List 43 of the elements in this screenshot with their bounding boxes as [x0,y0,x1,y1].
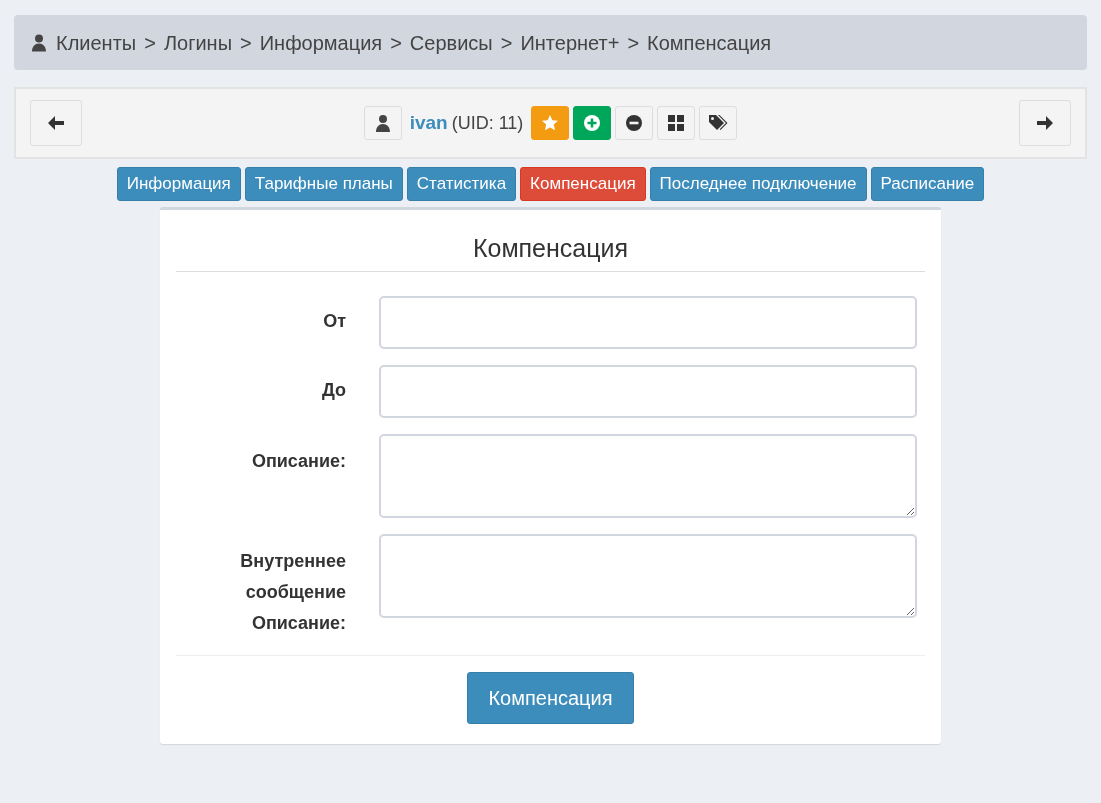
back-button[interactable] [30,100,82,146]
panel-title: Компенсация [176,209,925,272]
submit-button[interactable]: Компенсация [467,672,634,724]
user-link[interactable]: ivan [409,108,448,138]
tab[interactable]: Статистика [406,167,517,201]
tab[interactable]: Расписание [870,167,985,201]
grid-button[interactable] [657,106,696,140]
breadcrumb-item[interactable]: Клиенты [56,27,137,58]
field-label: Внутреннее сообщение Описание: [239,550,346,635]
breadcrumb-separator: > [240,30,252,56]
minus-button[interactable] [615,106,654,140]
star-icon [541,114,560,132]
tags-icon [707,114,729,132]
breadcrumb-separator: > [390,30,402,56]
input-field[interactable] [379,365,917,418]
tab[interactable]: Последнее подключение [649,167,867,201]
breadcrumb-item[interactable]: Информация [259,27,383,58]
user-id: (UID: 11) [451,111,524,135]
minus-icon [625,114,644,132]
breadcrumb-item[interactable]: Интернет+ [520,27,620,58]
field-label: До [320,379,346,402]
field-label: От [322,310,346,333]
tags-button[interactable] [699,106,738,140]
user-icon [30,33,48,52]
breadcrumb-separator: > [144,30,156,56]
breadcrumb-item[interactable]: Компенсация [647,27,772,58]
grid-icon [667,114,686,132]
user-button[interactable] [363,106,402,140]
star-button[interactable] [531,106,570,140]
tab[interactable]: Компенсация [520,167,646,201]
breadcrumb-item[interactable]: Логины [163,27,233,58]
breadcrumb-separator: > [500,30,513,56]
tab[interactable]: Тарифные планы [244,167,403,201]
field-label: Описание: [250,450,346,473]
input-field[interactable] [379,296,917,349]
arrow-right-icon [1036,115,1054,131]
user-icon [373,114,392,132]
breadcrumb-separator: > [627,30,640,56]
tab[interactable]: Информация [116,167,241,201]
plus-icon [583,114,602,132]
forward-button[interactable] [1019,100,1071,146]
breadcrumb-item[interactable]: Сервисы [409,27,493,58]
arrow-left-icon [47,115,65,131]
